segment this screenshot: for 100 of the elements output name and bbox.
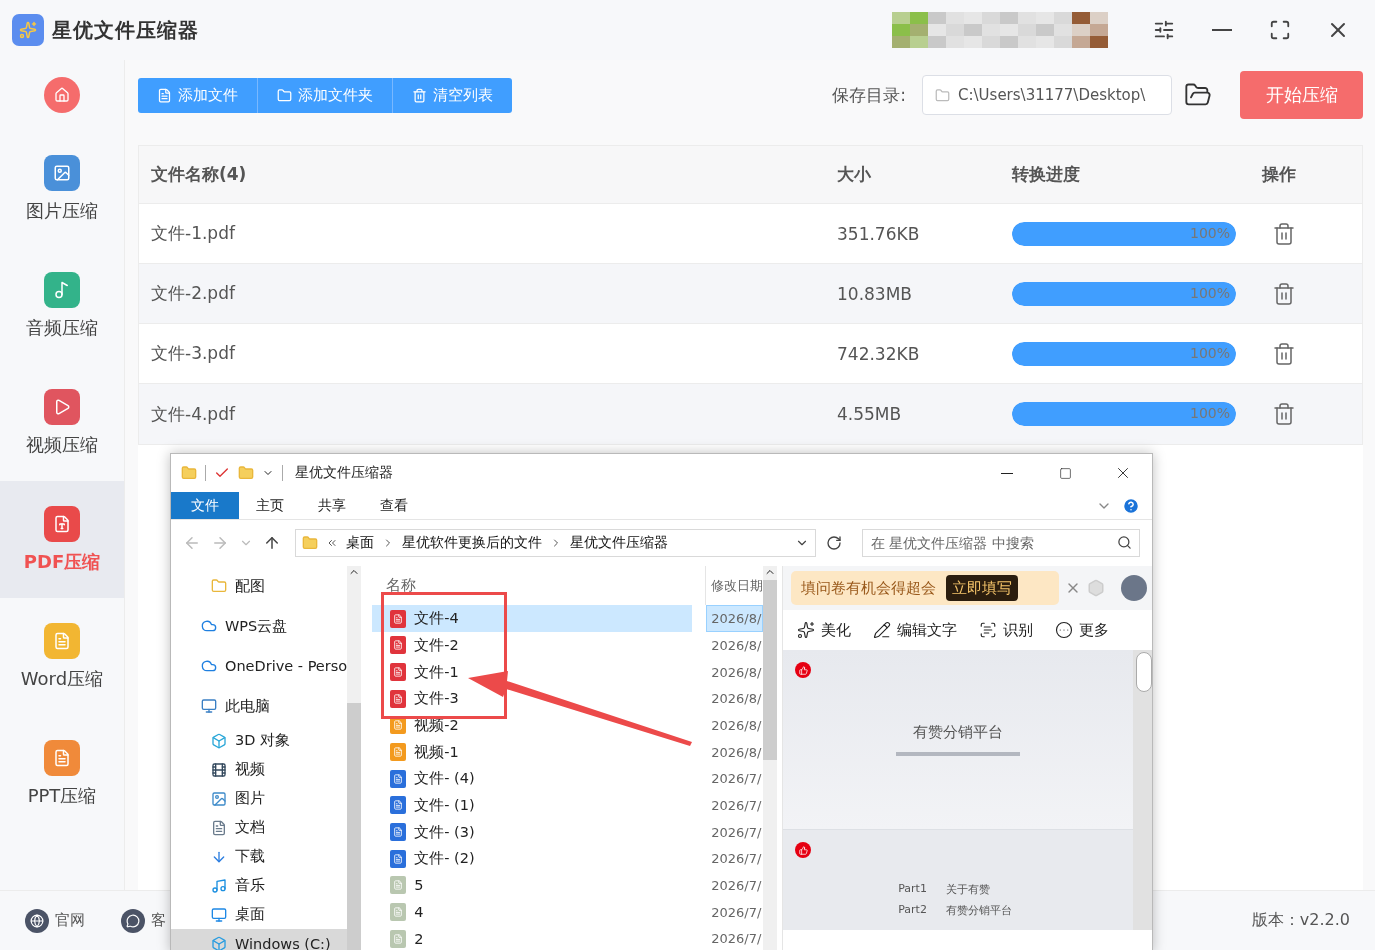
address-bar[interactable]: 桌面 星优软件更换后的文件 星优文件压缩器 — [295, 529, 816, 557]
file-item[interactable]: 文件-4 — [372, 605, 693, 633]
breadcrumb-link[interactable]: 星优软件更换后的文件 — [402, 534, 542, 552]
nav-item[interactable]: 文档 — [171, 813, 348, 842]
nav-label: 3D 对象 — [235, 731, 290, 750]
pdf-file-icon — [390, 636, 407, 655]
file-name: 文件-4 — [414, 609, 459, 629]
column-header[interactable]: 修改日期 — [706, 566, 764, 606]
scrollbar[interactable] — [1133, 650, 1152, 930]
fill-now-button[interactable]: 立即填写 — [946, 575, 1019, 601]
file-date: 2026/8/ — [710, 716, 763, 735]
path-field[interactable]: C:\Users\31177\Desktop\ — [922, 75, 1172, 115]
scrollbar[interactable] — [347, 566, 362, 950]
file-name: 文件-4.pdf — [151, 402, 237, 426]
word-file-icon — [390, 769, 407, 788]
folder-icon — [277, 87, 292, 103]
nav-label: 视频 — [235, 760, 265, 779]
preview-tool[interactable]: 美化 — [797, 620, 852, 640]
file-name: 文件-3.pdf — [151, 342, 237, 365]
file-item[interactable]: 文件-3 — [372, 685, 693, 713]
file-item[interactable]: 文件- (3) — [372, 818, 693, 846]
breadcrumb-link[interactable]: 星优文件压缩器 — [570, 534, 668, 552]
file-date: 2026/7/ — [710, 903, 763, 922]
file-name: 文件-1.pdf — [151, 222, 237, 245]
file-item[interactable]: 文件-1 — [372, 658, 693, 686]
back-icon — [183, 534, 201, 552]
nav-item[interactable]: WPS云盘 — [171, 606, 348, 646]
nav-item[interactable]: 此电脑 — [171, 686, 348, 726]
file-item[interactable]: 文件- (1) — [372, 792, 693, 819]
ribbon-tab[interactable]: 共享 — [301, 492, 363, 519]
preview-tool[interactable]: 编辑文字 — [873, 620, 958, 640]
forward-icon — [211, 534, 229, 552]
file-name: 文件- (4) — [414, 769, 475, 789]
preview-tool[interactable]: 更多 — [1055, 620, 1110, 640]
column-header: 操作 — [1262, 163, 1297, 186]
file-item[interactable]: 视频-1 — [372, 738, 693, 766]
file-date: 2026/7/ — [710, 796, 763, 815]
nav-item[interactable]: 配图 — [171, 566, 348, 606]
ribbon-tab[interactable]: 主页 — [239, 492, 301, 519]
file-name: 视频-1 — [414, 742, 459, 762]
nav-item[interactable]: 图片 — [171, 784, 348, 813]
forward-button[interactable] — [211, 534, 229, 552]
window-title: 星优文件压缩器 — [295, 464, 393, 482]
back-button[interactable] — [183, 534, 201, 552]
nav-item[interactable]: 下载 — [171, 842, 348, 871]
file-name: 文件-2 — [414, 635, 459, 655]
breadcrumb-link[interactable]: 桌面 — [346, 534, 374, 552]
nav-item[interactable]: 桌面 — [171, 900, 348, 929]
nav-label: 文档 — [235, 818, 265, 837]
ribbon-tab[interactable]: 文件 — [171, 492, 239, 519]
file-date: 2026/8/ — [710, 663, 763, 682]
search-field[interactable]: 在 星优文件压缩器 中搜索 — [862, 529, 1140, 557]
footer-link[interactable]: 官网 — [25, 908, 85, 933]
file-item[interactable]: 文件- (4) — [372, 765, 693, 793]
file-size: 10.83MB — [837, 283, 913, 304]
up-icon — [263, 534, 281, 552]
sidebar-item[interactable]: PPT压缩 — [0, 715, 124, 832]
ribbon-tab[interactable]: 查看 — [363, 492, 425, 519]
nav-item[interactable]: 3D 对象 — [171, 726, 348, 755]
sidebar-item[interactable]: 视频压缩 — [0, 364, 124, 481]
file-name: 文件- (2) — [414, 849, 475, 869]
sidebar-label: 音频压缩 — [26, 315, 98, 340]
file-date: 2026/7/ — [710, 876, 763, 895]
file-date: 2026/8/ — [710, 636, 763, 655]
maximize-icon — [1269, 19, 1291, 41]
minimize-icon — [1212, 29, 1232, 31]
globe-icon — [25, 908, 49, 933]
refresh-icon — [826, 535, 842, 551]
footer-link[interactable]: 客 — [121, 908, 166, 933]
file-name: 2 — [414, 930, 424, 947]
nav-label: 配图 — [235, 576, 265, 596]
nav-item[interactable]: 视频 — [171, 755, 348, 784]
scrollbar[interactable] — [763, 566, 778, 950]
avatar[interactable] — [1121, 575, 1148, 601]
up-button[interactable] — [263, 534, 281, 552]
nav-item[interactable]: Windows (C:) — [171, 929, 348, 950]
computer-icon — [201, 698, 217, 714]
home-button[interactable] — [44, 77, 80, 113]
sidebar-label: 视频压缩 — [26, 432, 98, 457]
file-item[interactable]: 文件-2 — [372, 632, 693, 659]
more-icon — [1055, 621, 1074, 639]
part-title: 关于有赞 — [946, 882, 992, 897]
preview-tool[interactable]: 识别 — [979, 620, 1034, 640]
sidebar-item[interactable]: 音频压缩 — [0, 247, 124, 364]
file-date: 2026/7/ — [710, 770, 763, 789]
music-icon — [44, 271, 80, 308]
app-title: 星优文件压缩器 — [52, 16, 199, 44]
file-item[interactable]: 5 — [372, 872, 693, 899]
file-item[interactable]: 4 — [372, 898, 693, 926]
refresh-button[interactable] — [826, 535, 842, 551]
file-item[interactable]: 文件- (2) — [372, 845, 693, 873]
nav-item[interactable]: 音乐 — [171, 871, 348, 900]
sidebar-item[interactable]: Word压缩 — [0, 598, 124, 715]
sidebar-item[interactable]: 图片压缩 — [0, 130, 124, 247]
help-icon[interactable] — [1122, 496, 1140, 515]
file-date: 2026/8/ — [710, 690, 763, 709]
file-item[interactable]: 2 — [372, 925, 693, 950]
nav-item[interactable]: OneDrive - Perso — [171, 646, 348, 686]
progress-text: 100% — [1189, 224, 1230, 241]
file-name: 文件-3 — [414, 689, 459, 709]
